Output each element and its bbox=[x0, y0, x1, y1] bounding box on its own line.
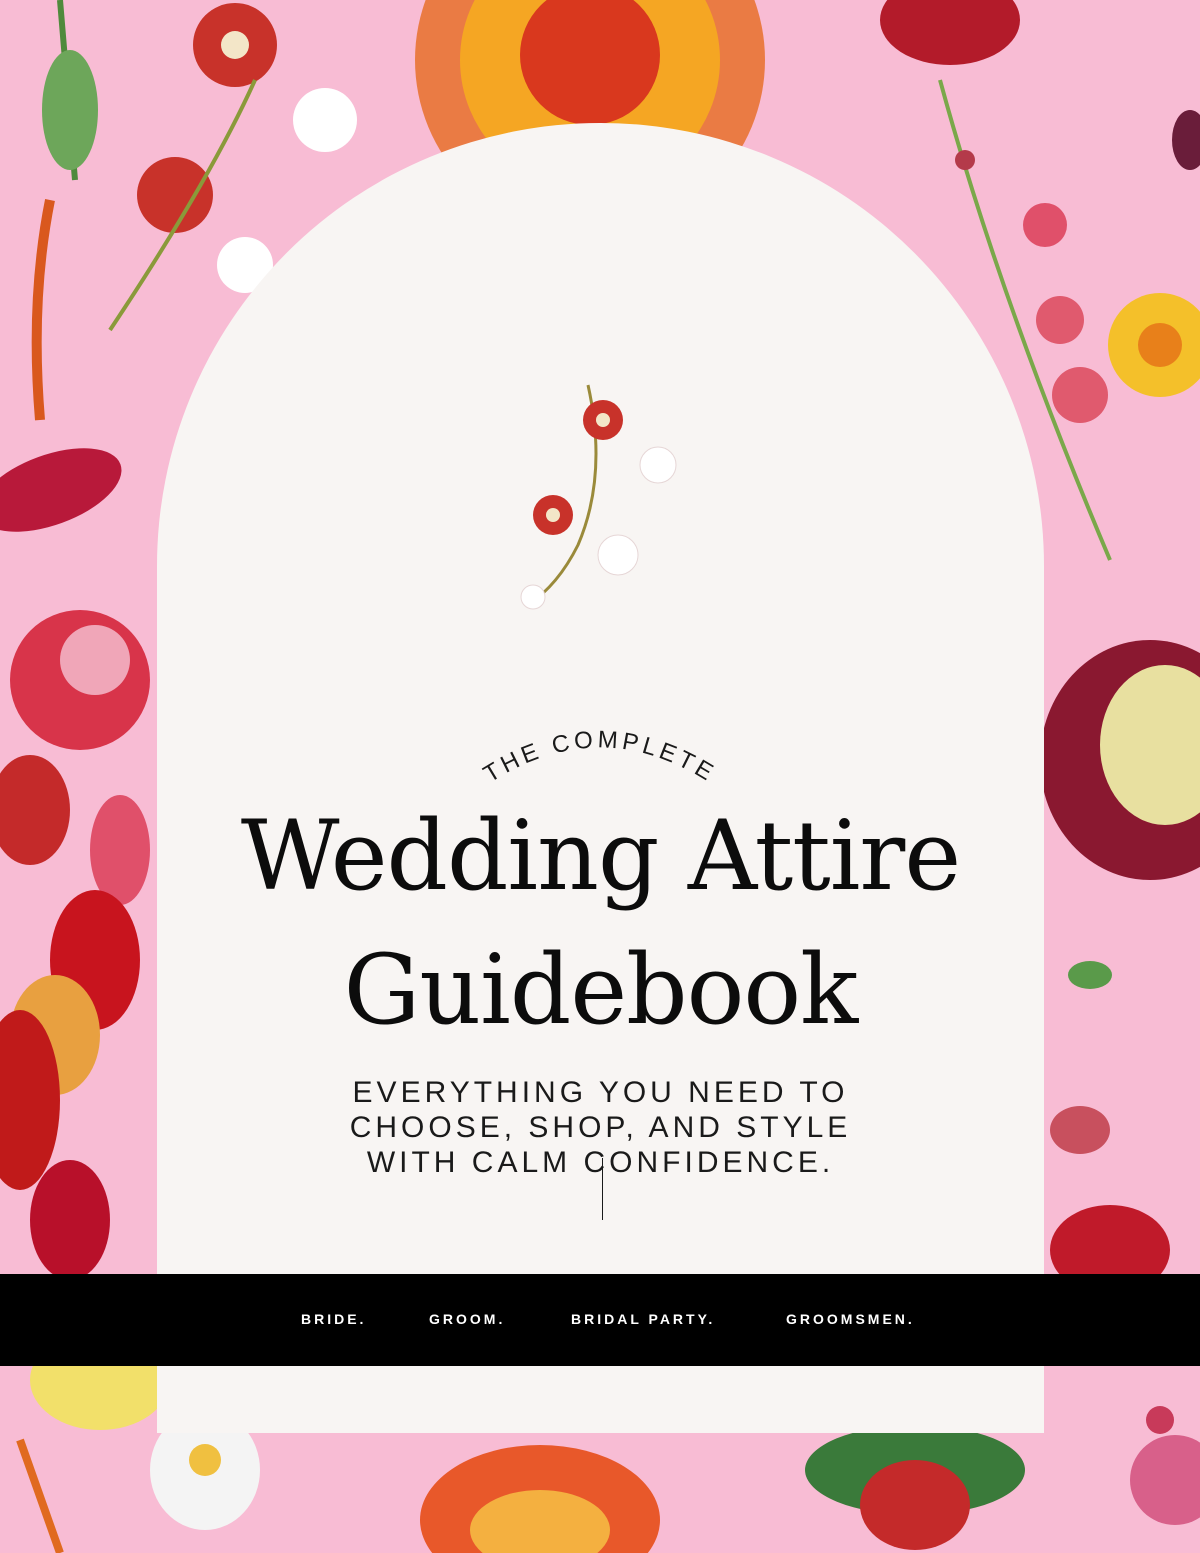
the-complete-eyebrow: THE COMPLETE bbox=[479, 726, 721, 788]
subtitle-line-2: CHOOSE, SHOP, AND STYLE bbox=[349, 1111, 852, 1144]
band-item-bride: BRIDE. bbox=[301, 1311, 367, 1327]
subtitle: EVERYTHING YOU NEED TO CHOOSE, SHOP, AND… bbox=[157, 1075, 1044, 1180]
subtitle-line-1: EVERYTHING YOU NEED TO bbox=[352, 1076, 849, 1109]
band-item-groom: GROOM. bbox=[429, 1311, 506, 1327]
band-item-bridal-party: BRIDAL PARTY. bbox=[571, 1311, 716, 1327]
orchid-sprig-icon bbox=[520, 384, 677, 610]
eyebrow-text: THE COMPLETE bbox=[479, 726, 721, 788]
band-item-groomsmen: GROOMSMEN. bbox=[786, 1311, 915, 1327]
category-band: BRIDE. GROOM. BRIDAL PARTY. GROOMSMEN. bbox=[0, 1274, 1200, 1366]
top-right-red-flower-illustration bbox=[880, 0, 1200, 170]
title-line-1: Wedding Attire bbox=[240, 800, 961, 912]
subtitle-line-3: WITH CALM CONFIDENCE. bbox=[366, 1146, 835, 1179]
title-line-2: Guidebook bbox=[343, 934, 859, 1046]
text-cursor-line bbox=[602, 1158, 603, 1220]
bottom-floral-illustration bbox=[420, 1425, 1025, 1553]
